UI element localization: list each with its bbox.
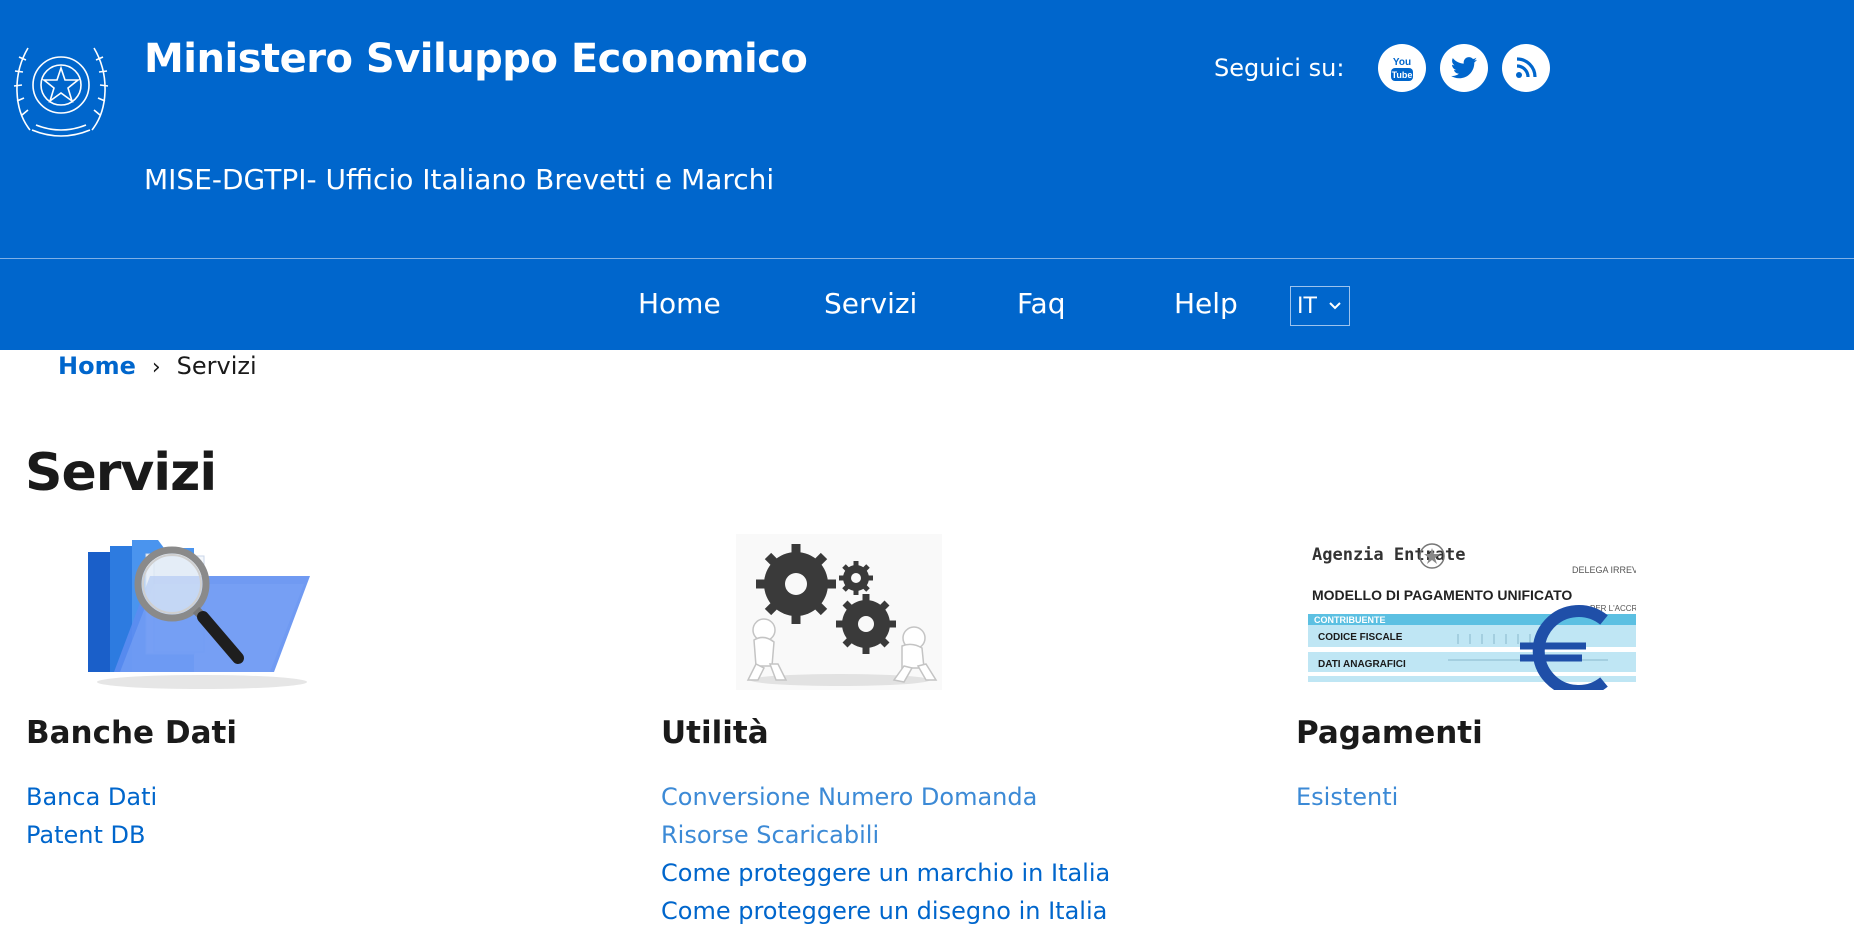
- f24-payment-form-icon: Agenzia Entrate DELEGA IRREVC MODELLO DI…: [1308, 534, 1636, 690]
- social-links: Seguici su: You Tube: [1214, 44, 1551, 92]
- card-links-pagamenti: Esistenti: [1296, 778, 1398, 816]
- social-label: Seguici su:: [1214, 54, 1345, 82]
- form-section-text: CONTRIBUENTE: [1314, 615, 1386, 625]
- card-links-utilita: Conversione Numero Domanda Risorse Scari…: [661, 778, 1110, 930]
- nav-home[interactable]: Home: [638, 287, 721, 320]
- nav-servizi[interactable]: Servizi: [824, 287, 917, 320]
- rss-icon[interactable]: [1502, 44, 1551, 92]
- link-conversione-numero-domanda[interactable]: Conversione Numero Domanda: [661, 778, 1110, 816]
- youtube-icon[interactable]: You Tube: [1378, 44, 1427, 92]
- card-links-banche-dati: Banca Dati Patent DB: [26, 778, 157, 854]
- breadcrumb: Home › Servizi: [58, 352, 257, 380]
- form-row2-text: DATI ANAGRAFICI: [1318, 659, 1406, 670]
- chevron-down-icon: [1329, 302, 1341, 310]
- breadcrumb-separator: ›: [151, 355, 161, 380]
- link-risorse-scaricabili[interactable]: Risorse Scaricabili: [661, 816, 1110, 854]
- form-corner-text: DELEGA IRREVC: [1572, 565, 1636, 575]
- form-title-text: MODELLO DI PAGAMENTO UNIFICATO: [1312, 587, 1572, 603]
- page-title: Servizi: [25, 443, 217, 503]
- main-navbar: Home Servizi Faq Help: [0, 259, 1854, 350]
- card-heading-banche-dati: Banche Dati: [26, 715, 237, 751]
- site-header: Ministero Sviluppo Economico MISE-DGTPI-…: [0, 0, 1854, 259]
- card-heading-pagamenti: Pagamenti: [1296, 715, 1483, 751]
- site-subtitle: MISE-DGTPI- Ufficio Italiano Brevetti e …: [144, 163, 775, 196]
- svg-text:You: You: [1393, 57, 1411, 68]
- svg-text:Tube: Tube: [1392, 70, 1413, 80]
- card-heading-utilita: Utilità: [661, 715, 769, 751]
- link-esistenti[interactable]: Esistenti: [1296, 778, 1398, 816]
- breadcrumb-current: Servizi: [176, 352, 257, 380]
- link-patent-db[interactable]: Patent DB: [26, 816, 157, 854]
- folders-magnifier-icon: [88, 540, 310, 689]
- language-selected: IT: [1297, 293, 1317, 319]
- nav-faq[interactable]: Faq: [1017, 287, 1065, 320]
- link-proteggere-marchio[interactable]: Come proteggere un marchio in Italia: [661, 854, 1110, 892]
- link-proteggere-disegno[interactable]: Come proteggere un disegno in Italia: [661, 892, 1110, 930]
- twitter-icon[interactable]: [1440, 44, 1489, 92]
- gears-figures-icon: [736, 534, 942, 690]
- form-row1-text: CODICE FISCALE: [1318, 632, 1403, 643]
- language-select[interactable]: IT: [1290, 286, 1350, 326]
- nav-help[interactable]: Help: [1174, 287, 1238, 320]
- italian-republic-emblem-icon: [13, 47, 109, 137]
- breadcrumb-home-link[interactable]: Home: [58, 352, 136, 380]
- site-title[interactable]: Ministero Sviluppo Economico: [144, 36, 808, 82]
- link-banca-dati[interactable]: Banca Dati: [26, 778, 157, 816]
